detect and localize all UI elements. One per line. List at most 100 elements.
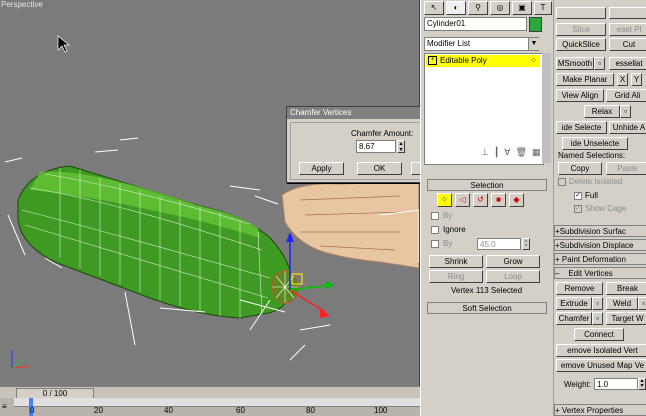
angle-spinner[interactable]: ▴ ▾ xyxy=(522,238,530,250)
subdivision-surface-rollout[interactable]: +Subdivision Surfac xyxy=(554,225,646,237)
reset-plane-button[interactable]: eset Pl xyxy=(609,23,646,36)
delete-isolated-checkbox[interactable] xyxy=(558,178,566,186)
utilities-tab-icon[interactable]: T xyxy=(534,1,552,15)
chamfer-amount-input[interactable]: 8.67 xyxy=(356,140,396,153)
hand-mesh xyxy=(281,181,419,269)
shrink-button[interactable]: Shrink xyxy=(429,255,483,268)
configure-sets-icon[interactable]: ▦ xyxy=(532,147,541,157)
modify-tab-icon[interactable]: ◐ xyxy=(446,1,466,15)
unhide-all-button[interactable]: Unhide A xyxy=(609,121,646,134)
stack-item-editable-poly[interactable]: + Editable Poly ⁘ xyxy=(426,55,540,67)
track-bar-toggle-icon[interactable]: ≡ xyxy=(2,402,7,411)
show-end-result-icon[interactable]: ┃ xyxy=(494,147,499,157)
extrude-button[interactable]: Extrude xyxy=(556,297,592,310)
subdivision-displace-label: Subdivision Displace xyxy=(559,241,634,250)
by-angle-label: By xyxy=(443,239,453,248)
command-panel: ↖ ◐ ⚲ ◎ ▣ T Cylinder01 Modifier List ▼ +… xyxy=(420,0,554,416)
chamfer-amount-spinner[interactable]: ▴ ▾ xyxy=(397,140,405,153)
paste-button[interactable]: Paste xyxy=(606,162,646,175)
break-button[interactable]: Break xyxy=(606,282,646,295)
perspective-viewport[interactable]: Perspective xyxy=(0,0,420,386)
weld-settings-icon[interactable]: ▫ xyxy=(638,297,646,310)
quickslice-button[interactable]: QuickSlice xyxy=(556,38,606,51)
weld-button[interactable]: Weld xyxy=(606,297,638,310)
weight-spinner[interactable]: ▴ ▾ xyxy=(638,378,646,390)
ok-button[interactable]: OK xyxy=(357,162,402,175)
tessellate-button[interactable]: essellat xyxy=(609,57,646,70)
msmooth-button[interactable]: MSmooth xyxy=(556,57,594,70)
chevron-down-icon[interactable]: ▼ xyxy=(528,38,539,50)
chamfer-amount-value: 8.67 xyxy=(359,142,375,151)
planar-y-button[interactable]: Y xyxy=(631,73,642,86)
axis-tripod xyxy=(11,350,31,369)
relax-button[interactable]: Relax xyxy=(584,105,620,118)
connect-button[interactable]: Connect xyxy=(574,328,624,341)
by-angle-checkbox[interactable] xyxy=(431,240,439,248)
border-mode-icon[interactable]: ↺ xyxy=(473,193,488,207)
create-tab-icon[interactable]: ↖ xyxy=(424,1,444,15)
remove-modifier-icon[interactable]: 🗑 xyxy=(515,147,526,157)
weight-input[interactable]: 1.0 xyxy=(594,378,638,390)
hierarchy-tab-icon[interactable]: ⚲ xyxy=(468,1,488,15)
ring-button[interactable]: Ring xyxy=(429,270,483,283)
remove-button[interactable]: Remove xyxy=(556,282,603,295)
weight-label: Weight: xyxy=(564,380,591,389)
pin-stack-icon[interactable]: ⊥ xyxy=(481,147,489,157)
cut-button[interactable]: Cut xyxy=(609,38,646,51)
extrude-settings-icon[interactable]: ▫ xyxy=(592,297,603,310)
selection-rollout-header[interactable]: Selection xyxy=(427,179,547,191)
paint-deformation-rollout[interactable]: + Paint Deformation xyxy=(554,253,646,265)
hide-unselected-button[interactable]: ide Unselecte xyxy=(562,137,628,150)
subobject-dots-icon: ⁘ xyxy=(530,56,537,65)
track-bar[interactable]: ≡ 0 20 40 60 80 100 xyxy=(0,398,420,416)
viewport-label[interactable]: Perspective xyxy=(1,0,43,9)
edge-mode-icon[interactable]: ◁ xyxy=(455,193,470,207)
vertex-mode-icon[interactable]: ⁘ xyxy=(437,193,452,207)
element-mode-icon[interactable]: ◆ xyxy=(509,193,524,207)
relax-settings-icon[interactable]: ▫ xyxy=(620,105,631,118)
expand-icon[interactable]: + xyxy=(428,56,437,66)
stack-scrollbar[interactable] xyxy=(542,53,551,163)
by-vertex-checkbox[interactable] xyxy=(431,212,439,220)
planar-x-button[interactable]: X xyxy=(617,73,628,86)
row0-left-button[interactable] xyxy=(556,7,606,19)
grid-align-button[interactable]: Grid Ali xyxy=(606,89,646,102)
subdivision-displace-rollout[interactable]: +Subdivision Displace xyxy=(554,239,646,251)
chamfer-button[interactable]: Chamfer xyxy=(556,312,592,325)
show-cage-checkbox[interactable]: ✓ xyxy=(574,205,582,213)
tick-100: 100 xyxy=(374,406,388,415)
make-planar-button[interactable]: Make Planar xyxy=(556,73,614,86)
apply-button[interactable]: Apply xyxy=(299,162,344,175)
chamfer-settings-icon[interactable]: ▫ xyxy=(592,312,603,325)
view-align-button[interactable]: View Align xyxy=(556,89,604,102)
remove-unused-map-verts-button[interactable]: emove Unused Map Ve xyxy=(556,359,646,372)
grow-button[interactable]: Grow xyxy=(486,255,540,268)
object-name-field[interactable]: Cylinder01 xyxy=(424,17,527,31)
angle-input[interactable]: 45.0 xyxy=(477,238,521,250)
edit-vertices-label: Edit Vertices xyxy=(568,269,613,278)
motion-tab-icon[interactable]: ◎ xyxy=(490,1,510,15)
modifier-list-value: Modifier List xyxy=(427,39,471,48)
copy-button[interactable]: Copy xyxy=(558,162,602,175)
stack-item-label: Editable Poly xyxy=(440,56,487,65)
viewport-scene[interactable] xyxy=(0,0,419,386)
ignore-backfacing-checkbox[interactable] xyxy=(431,226,439,234)
remove-isolated-vertices-button[interactable]: emove Isolated Vert xyxy=(556,344,646,357)
display-tab-icon[interactable]: ▣ xyxy=(512,1,532,15)
track-ruler[interactable] xyxy=(14,398,420,407)
row0-right-button[interactable] xyxy=(609,7,646,19)
soft-selection-rollout-header[interactable]: Soft Selection xyxy=(427,302,547,314)
mouse-cursor-icon xyxy=(57,35,70,53)
object-color-swatch[interactable] xyxy=(529,17,542,32)
vertex-properties-rollout[interactable]: + Vertex Properties xyxy=(554,404,646,416)
slice-button[interactable]: Slice xyxy=(556,23,606,36)
target-weld-button[interactable]: Target W xyxy=(606,312,646,325)
msmooth-settings-icon[interactable]: ▫ xyxy=(594,57,605,70)
modifier-list-dropdown[interactable]: Modifier List xyxy=(424,37,539,51)
polygon-mode-icon[interactable]: ■ xyxy=(491,193,506,207)
full-checkbox[interactable]: ✓ xyxy=(574,192,582,200)
edit-vertices-rollout[interactable]: – Edit Vertices xyxy=(554,267,646,279)
loop-button[interactable]: Loop xyxy=(486,270,540,283)
make-unique-icon[interactable]: ∀ xyxy=(504,147,510,157)
hide-selected-button[interactable]: ide Selecte xyxy=(556,121,607,134)
